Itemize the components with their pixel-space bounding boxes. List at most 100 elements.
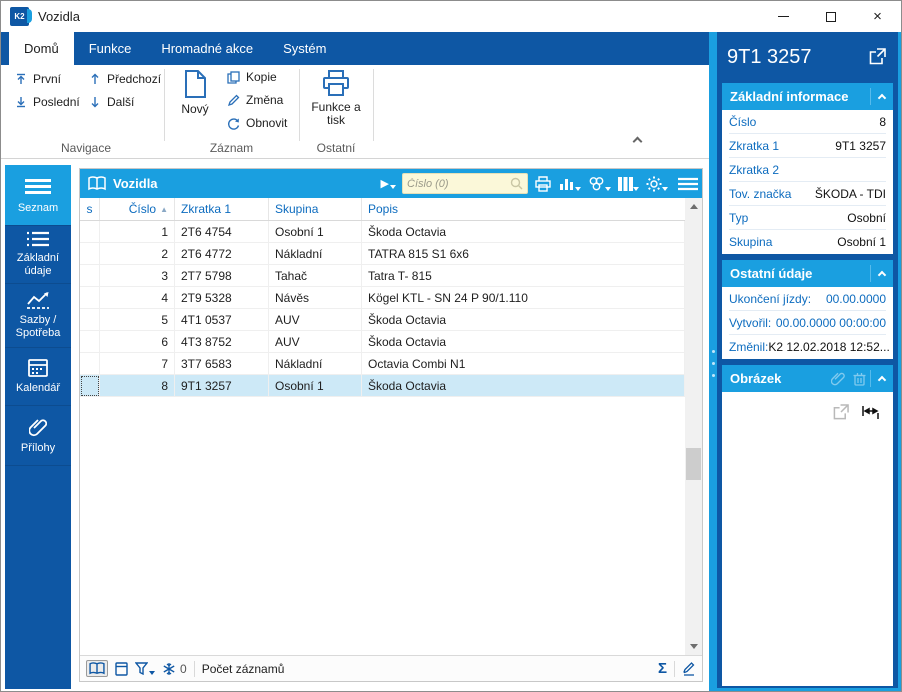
sidebar-item-sazby-spotreba[interactable]: Sazby / Spotřeba (5, 284, 71, 348)
table-row[interactable]: 6 4T3 8752 AUV Škoda Octavia (80, 331, 685, 353)
column-header-zkratka[interactable]: Zkratka 1 (175, 198, 269, 220)
card-view-toggle[interactable] (115, 661, 128, 676)
edit-button[interactable] (682, 661, 696, 676)
column-header-popis[interactable]: Popis (362, 198, 685, 220)
field-row: Skupina Osobní 1 (729, 235, 886, 249)
title-bar: K2 Vozidla × (1, 1, 901, 32)
collapse-section-button[interactable] (877, 92, 887, 103)
group-label-ostatni: Ostatní (316, 141, 356, 155)
settings-button[interactable] (646, 176, 668, 192)
new-button[interactable]: Nový (173, 69, 217, 116)
column-header-s[interactable]: s (80, 198, 100, 220)
sidebar-item-seznam[interactable]: Seznam (5, 165, 71, 226)
grid-title: Vozidla (113, 176, 158, 191)
maximize-button[interactable] (807, 1, 854, 32)
detail-panel: 9T1 3257 Základní informace Číslo 8 Zkrat… (717, 32, 901, 691)
scrollbar-thumb[interactable] (686, 448, 701, 480)
ribbon-group-navigace: První Poslední Předchozí Další Navigace (9, 65, 163, 158)
function-print-button[interactable]: Funkce a tisk (306, 69, 366, 127)
columns-button[interactable] (618, 176, 639, 192)
refresh-icon (228, 117, 240, 130)
collapse-section-button[interactable] (877, 374, 887, 385)
sum-button[interactable]: Σ (658, 660, 667, 677)
print-button[interactable] (534, 175, 552, 192)
tab-funkce[interactable]: Funkce (74, 32, 147, 65)
close-icon: × (873, 8, 882, 25)
arrow-up-icon (91, 73, 99, 84)
table-row[interactable]: 7 3T7 6583 Nákladní Octavia Combi N1 (80, 353, 685, 375)
sidebar-item-zakladni-udaje[interactable]: Základní údaje (5, 226, 71, 284)
table-row[interactable]: 2 2T6 4772 Nákladní TATRA 815 S1 6x6 (80, 243, 685, 265)
minimize-button[interactable] (760, 1, 807, 32)
sidebar-item-prilohy[interactable]: Přílohy (5, 406, 71, 466)
search-input[interactable] (407, 177, 510, 190)
grouping-button[interactable] (588, 176, 611, 192)
sidebar-item-kalendar[interactable]: Kalendář (5, 348, 71, 406)
ribbon-collapse-button[interactable] (632, 132, 643, 150)
first-button[interactable]: První (15, 72, 61, 86)
section-basic-header[interactable]: Základní informace (722, 83, 893, 110)
section-basic-info: Základní informace Číslo 8 Zkratka 1 9T1 3… (722, 83, 893, 254)
table-row[interactable]: 5 4T1 0537 AUV Škoda Octavia (80, 309, 685, 331)
scroll-up-button[interactable] (685, 198, 702, 215)
refresh-button[interactable]: Obnovit (227, 116, 287, 130)
card-icon (115, 661, 128, 676)
bar-chart-icon (560, 178, 573, 190)
book-icon (89, 662, 105, 675)
focused-cell[interactable] (80, 375, 100, 397)
change-button[interactable]: Změna (227, 93, 283, 107)
window-title: Vozidla (38, 9, 80, 24)
book-view-toggle[interactable] (86, 660, 108, 677)
tab-domu[interactable]: Domů (9, 32, 74, 65)
table-row[interactable]: 4 2T9 5328 Návěs Kögel KTL - SN 24 P 90/1.1… (80, 287, 685, 309)
triangle-down-icon (689, 644, 698, 649)
play-icon: ▶ (380, 178, 389, 190)
tab-system[interactable]: Systém (268, 32, 341, 65)
tab-hromadne-akce[interactable]: Hromadné akce (146, 32, 268, 65)
chart-icon (27, 292, 49, 309)
printer-icon (535, 175, 551, 192)
paperclip-icon (29, 418, 47, 436)
sort-ascending-icon: ▲ (160, 204, 168, 214)
flag-count: 0 (180, 661, 187, 676)
collapse-section-button[interactable] (877, 269, 887, 280)
copy-button[interactable]: Kopie (227, 70, 277, 84)
field-row: Změnil: K2 12.02.2018 12:52... (729, 340, 890, 354)
flag-counter[interactable]: 0 (162, 662, 187, 676)
caret-down-icon (633, 186, 639, 191)
field-row: Typ Osobní (729, 206, 886, 230)
filter-button[interactable] (135, 662, 155, 675)
close-button[interactable]: × (854, 1, 901, 32)
chart-view-button[interactable] (559, 176, 581, 192)
minimize-icon (778, 16, 789, 17)
section-other-header[interactable]: Ostatní údaje (722, 260, 893, 287)
next-button[interactable]: Další (89, 95, 134, 109)
vertical-scrollbar[interactable] (685, 198, 702, 655)
table-row[interactable]: 1 2T6 4754 Osobní 1 Škoda Octavia (80, 221, 685, 243)
grid-menu-button[interactable] (678, 177, 698, 191)
previous-button[interactable]: Předchozí (89, 72, 161, 86)
open-detail-button[interactable] (869, 48, 886, 65)
run-button[interactable]: ▶ (381, 177, 396, 190)
open-image-button[interactable] (833, 404, 849, 420)
caret-down-icon (575, 186, 581, 191)
delete-image-button[interactable] (853, 372, 866, 386)
caret-down-icon (662, 186, 668, 191)
caret-down-icon (605, 186, 611, 191)
search-box[interactable] (402, 173, 528, 194)
panel-splitter[interactable] (709, 32, 717, 691)
trash-icon (853, 372, 866, 386)
last-button[interactable]: Poslední (15, 95, 80, 109)
section-image-header[interactable]: Obrázek (722, 365, 893, 392)
table-row[interactable]: 3 2T7 5798 Tahač Tatra T- 815 (80, 265, 685, 287)
table-row-selected[interactable]: 8 9T1 3257 Osobní 1 Škoda Octavia (80, 375, 685, 397)
chevron-up-icon (877, 375, 887, 385)
column-header-cislo[interactable]: Číslo ▲ (100, 198, 175, 220)
attach-image-button[interactable] (831, 371, 845, 386)
image-placeholder (722, 392, 893, 691)
grid-toolbar: Vozidla ▶ (80, 169, 702, 198)
column-header-skupina[interactable]: Skupina (269, 198, 362, 220)
scroll-down-button[interactable] (685, 638, 702, 655)
resize-cursor-icon (861, 404, 881, 422)
pencil-icon (683, 661, 695, 676)
